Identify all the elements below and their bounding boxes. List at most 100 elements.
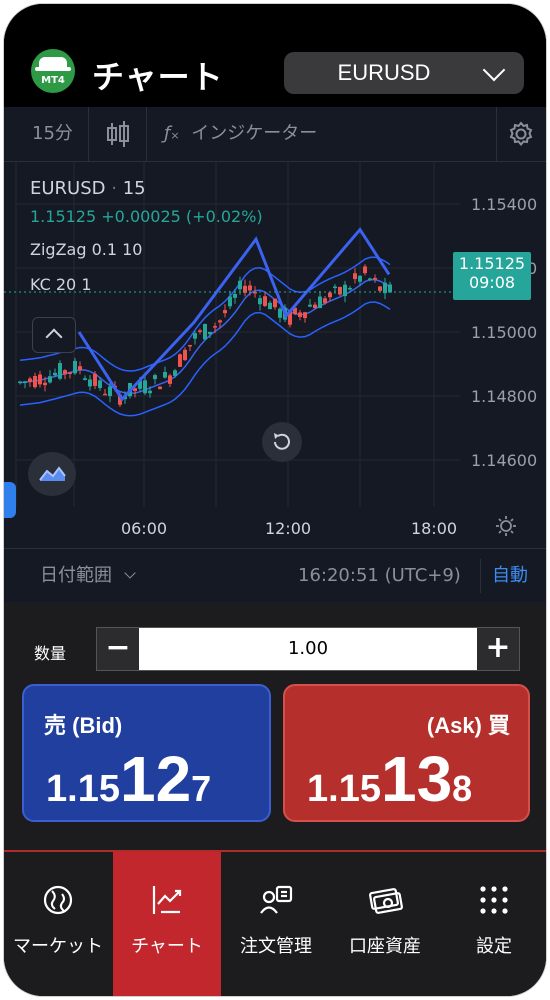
quantity-plus-button[interactable]: + bbox=[477, 628, 519, 670]
candle-body bbox=[203, 324, 207, 340]
candle-body bbox=[353, 273, 357, 280]
price-chart[interactable]: 1.154001.152001.150001.148001.14600 06:0… bbox=[4, 162, 546, 548]
account-icon bbox=[369, 888, 403, 914]
candle-body bbox=[298, 312, 302, 317]
candle-body bbox=[168, 375, 172, 384]
nav-chart[interactable]: チャート bbox=[113, 852, 221, 996]
candle-body bbox=[153, 375, 157, 380]
sell-bid-button[interactable]: 売 (Bid) 1.15127 bbox=[22, 684, 271, 822]
candle-body bbox=[338, 287, 342, 295]
nav-market[interactable]: マーケット bbox=[4, 852, 112, 996]
trade-panel: 数量 − 1.00 + 売 (Bid) 1.15127 (Ask) 買 1.15… bbox=[4, 602, 546, 850]
quantity-label: 数量 bbox=[34, 644, 67, 663]
candle-body bbox=[388, 284, 392, 293]
legend-last-price: 1.15125 bbox=[30, 207, 97, 226]
current-price-tag: 1.15125 09:08 bbox=[453, 252, 531, 300]
x-tick-label: 18:00 bbox=[411, 519, 457, 538]
candle-body bbox=[183, 349, 187, 361]
candle-body bbox=[73, 360, 77, 374]
legend-interval: 15 bbox=[122, 178, 146, 199]
timeframe-button[interactable]: 15分 bbox=[32, 107, 73, 161]
candle-body bbox=[323, 298, 327, 304]
function-icon: ƒ× bbox=[164, 123, 180, 144]
buy-ask-button[interactable]: (Ask) 買 1.15138 bbox=[283, 684, 530, 822]
nav-account[interactable]: 口座資産 bbox=[331, 852, 439, 996]
candlestick-icon[interactable] bbox=[104, 107, 134, 161]
bid-price: 1.15127 bbox=[46, 743, 212, 815]
bottom-nav: マーケット チャート 注文管理 口座資産 設定 bbox=[4, 850, 546, 996]
reset-chart-button[interactable] bbox=[262, 422, 302, 462]
candle-body bbox=[103, 393, 107, 396]
chart-clock: 16:20:51 (UTC+9) bbox=[298, 565, 461, 586]
ask-label: (Ask) 買 bbox=[426, 713, 510, 738]
indicator-kc[interactable]: KC 20 1 bbox=[30, 275, 263, 294]
candle-body bbox=[178, 354, 182, 367]
candle-body bbox=[53, 372, 57, 376]
settings-icon bbox=[480, 886, 508, 914]
candle-body bbox=[173, 370, 177, 376]
candle-body bbox=[188, 344, 192, 347]
collapse-legend-button[interactable] bbox=[32, 317, 76, 353]
chart-icon bbox=[152, 886, 182, 914]
y-tick-label: 1.14800 bbox=[471, 387, 537, 406]
candle-body bbox=[263, 296, 267, 306]
candle-body bbox=[88, 379, 92, 387]
x-tick-label: 12:00 bbox=[265, 519, 311, 538]
candle-body bbox=[193, 333, 197, 339]
y-tick-label: 1.15000 bbox=[471, 323, 537, 342]
candle-body bbox=[308, 304, 312, 307]
chevron-down-icon bbox=[124, 567, 136, 579]
indicator-button[interactable]: ƒ× インジケーター bbox=[164, 107, 317, 161]
nav-orders[interactable]: 注文管理 bbox=[222, 852, 330, 996]
candle-body bbox=[223, 310, 227, 314]
side-panel-handle[interactable] bbox=[4, 482, 16, 518]
candle-body bbox=[23, 381, 27, 383]
y-tick-label: 1.14600 bbox=[471, 451, 537, 470]
candle-body bbox=[143, 380, 147, 394]
candle-body bbox=[198, 330, 202, 332]
chevron-down-icon bbox=[482, 58, 506, 82]
sun-theme-icon[interactable] bbox=[494, 514, 518, 542]
legend-symbol: EURUSD bbox=[30, 178, 106, 199]
candle-body bbox=[348, 287, 352, 290]
phone-frame: MT4 チャート EURUSD 15分 ƒ× インジケーター 1.15400 1… bbox=[3, 3, 547, 997]
y-tick-label: 1.15400 bbox=[471, 195, 537, 214]
candle-body bbox=[148, 390, 152, 394]
symbol-selector[interactable]: EURUSD bbox=[284, 52, 524, 94]
candle-body bbox=[93, 373, 97, 386]
indicator-zigzag[interactable]: ZigZag 0.1 10 bbox=[30, 240, 263, 259]
candle-body bbox=[333, 286, 337, 289]
candle-body bbox=[68, 372, 72, 375]
candle-body bbox=[208, 331, 212, 335]
candle-body bbox=[368, 278, 372, 280]
x-tick-label: 06:00 bbox=[121, 519, 167, 538]
app-header: MT4 チャート EURUSD bbox=[4, 4, 546, 104]
mt4-logo: MT4 bbox=[31, 49, 75, 93]
market-icon bbox=[43, 885, 73, 915]
candle-body bbox=[303, 312, 307, 319]
candle-body bbox=[218, 320, 222, 323]
bid-label: 売 (Bid) bbox=[44, 713, 123, 738]
chart-bottom-bar: 日付範囲 16:20:51 (UTC+9) 自動 bbox=[4, 548, 546, 603]
symbol-selector-label: EURUSD bbox=[337, 60, 431, 85]
candle-body bbox=[268, 302, 272, 310]
candle-body bbox=[228, 296, 232, 307]
candle-body bbox=[58, 363, 62, 379]
date-range-button[interactable]: 日付範囲 bbox=[40, 549, 136, 603]
chart-legend: EURUSD · 15 1.15125 +0.00025 (+0.02%) Zi… bbox=[30, 178, 263, 294]
chart-toolbar: 15分 ƒ× インジケーター bbox=[4, 107, 546, 162]
candle-body bbox=[108, 386, 112, 397]
ask-price: 1.15138 bbox=[307, 743, 473, 815]
candle-body bbox=[213, 326, 217, 328]
candle-body bbox=[273, 298, 277, 308]
chart-style-button[interactable] bbox=[28, 452, 76, 496]
quantity-input[interactable]: 1.00 bbox=[139, 628, 477, 670]
quantity-minus-button[interactable]: − bbox=[97, 628, 139, 670]
nav-settings[interactable]: 設定 bbox=[440, 852, 546, 996]
chart-settings-gear-icon[interactable] bbox=[506, 107, 536, 161]
quantity-stepper: − 1.00 + bbox=[96, 627, 520, 671]
candle-body bbox=[328, 292, 332, 298]
candle-body bbox=[78, 366, 82, 371]
candle-body bbox=[313, 304, 317, 309]
auto-scale-button[interactable]: 自動 bbox=[492, 549, 528, 603]
